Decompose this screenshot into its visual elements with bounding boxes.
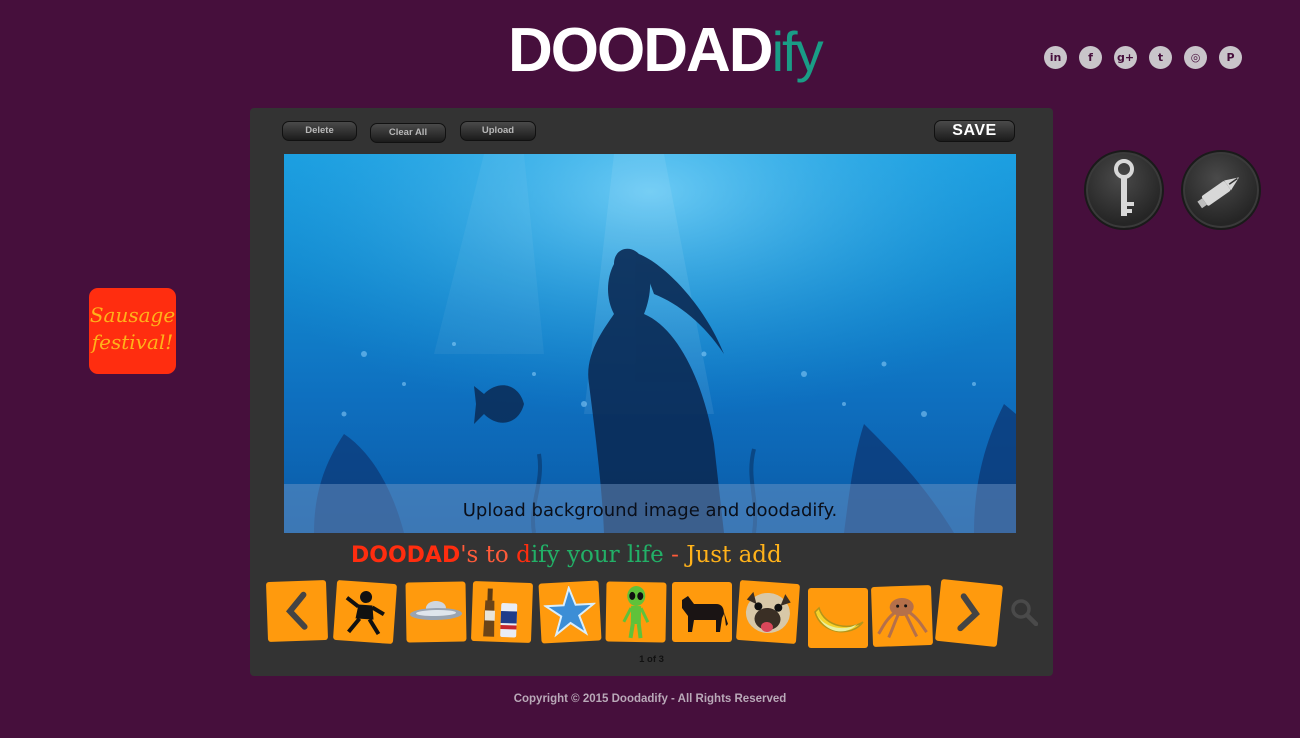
beer-bottle-icon xyxy=(483,588,518,638)
search-icon xyxy=(1011,599,1039,627)
save-button[interactable]: SAVE xyxy=(934,120,1015,142)
twitter-icon[interactable]: t xyxy=(1149,46,1172,69)
sticker-line-1: Sausage xyxy=(89,303,176,327)
doodad-canvas[interactable]: Upload background image and doodadify. xyxy=(284,154,1016,533)
underwater-mermaid-background xyxy=(284,154,1016,533)
social-links: in f g+ t ◎ P xyxy=(1044,46,1242,69)
copyright-text: Copyright © 2015 Doodadify - All Rights … xyxy=(513,693,787,705)
banana-icon xyxy=(814,606,864,633)
doodad-alien[interactable] xyxy=(605,581,667,643)
fountain-pen-icon xyxy=(1197,177,1240,209)
doodad-banana[interactable] xyxy=(808,588,868,648)
alien-icon xyxy=(622,586,650,639)
sausage-festival-sticker[interactable]: Sausage festival! xyxy=(89,288,176,374)
sticker-line-2: festival! xyxy=(91,330,174,354)
tagline-just-add: Just add xyxy=(686,542,782,568)
key-tool-button[interactable] xyxy=(1084,150,1164,230)
tagline-apostrophe: 's xyxy=(460,542,479,568)
pug-icon xyxy=(745,591,791,634)
logo-main: DOODAD xyxy=(508,16,774,85)
site-logo[interactable]: DOODADify xyxy=(508,16,824,85)
tagline-ify: ify xyxy=(530,542,560,568)
tagline-doodad: DOODAD xyxy=(351,543,461,568)
doodad-ninja[interactable] xyxy=(332,579,398,645)
google-plus-icon[interactable]: g+ xyxy=(1114,46,1137,69)
doodad-horse[interactable] xyxy=(672,582,732,642)
logo-suffix: ify xyxy=(771,20,824,83)
pinterest-icon[interactable]: P xyxy=(1219,46,1242,69)
tagline-d: d xyxy=(516,542,531,568)
ninja-icon xyxy=(345,591,385,636)
horse-icon xyxy=(682,596,728,632)
instagram-icon[interactable]: ◎ xyxy=(1184,46,1207,69)
tagline-to: to xyxy=(478,542,517,568)
tagline-your-life: your life xyxy=(559,542,664,568)
pen-tool-button[interactable] xyxy=(1181,150,1261,230)
search-button[interactable] xyxy=(1010,598,1039,630)
octopus-icon xyxy=(877,598,928,639)
tagline-dash: - xyxy=(663,542,687,568)
key-icon xyxy=(1114,159,1134,216)
doodad-ufo[interactable] xyxy=(405,581,467,643)
chevron-left-icon xyxy=(286,591,308,630)
carousel-prev-button[interactable] xyxy=(265,579,329,643)
ufo-icon xyxy=(410,600,463,621)
upload-button[interactable]: Upload xyxy=(460,121,536,141)
doodad-beer[interactable] xyxy=(470,580,534,644)
carousel-pager: 1 of 3 xyxy=(639,654,664,665)
delete-button[interactable]: Delete xyxy=(282,121,357,141)
editor-panel: Delete Clear All Upload SAVE Upload back… xyxy=(250,108,1053,676)
star-icon xyxy=(542,585,597,638)
doodad-star[interactable] xyxy=(538,580,602,644)
carousel-next-button[interactable] xyxy=(934,578,1004,648)
doodad-octopus[interactable] xyxy=(870,584,934,648)
linkedin-icon[interactable]: in xyxy=(1044,46,1067,69)
tagline: DOODAD's to dify your life - Just add xyxy=(351,542,782,568)
upload-hint-banner[interactable]: Upload background image and doodadify. xyxy=(284,484,1016,533)
chevron-right-icon xyxy=(957,593,980,632)
facebook-icon[interactable]: f xyxy=(1079,46,1102,69)
doodad-pug[interactable] xyxy=(735,579,801,645)
clear-all-button[interactable]: Clear All xyxy=(370,123,446,143)
